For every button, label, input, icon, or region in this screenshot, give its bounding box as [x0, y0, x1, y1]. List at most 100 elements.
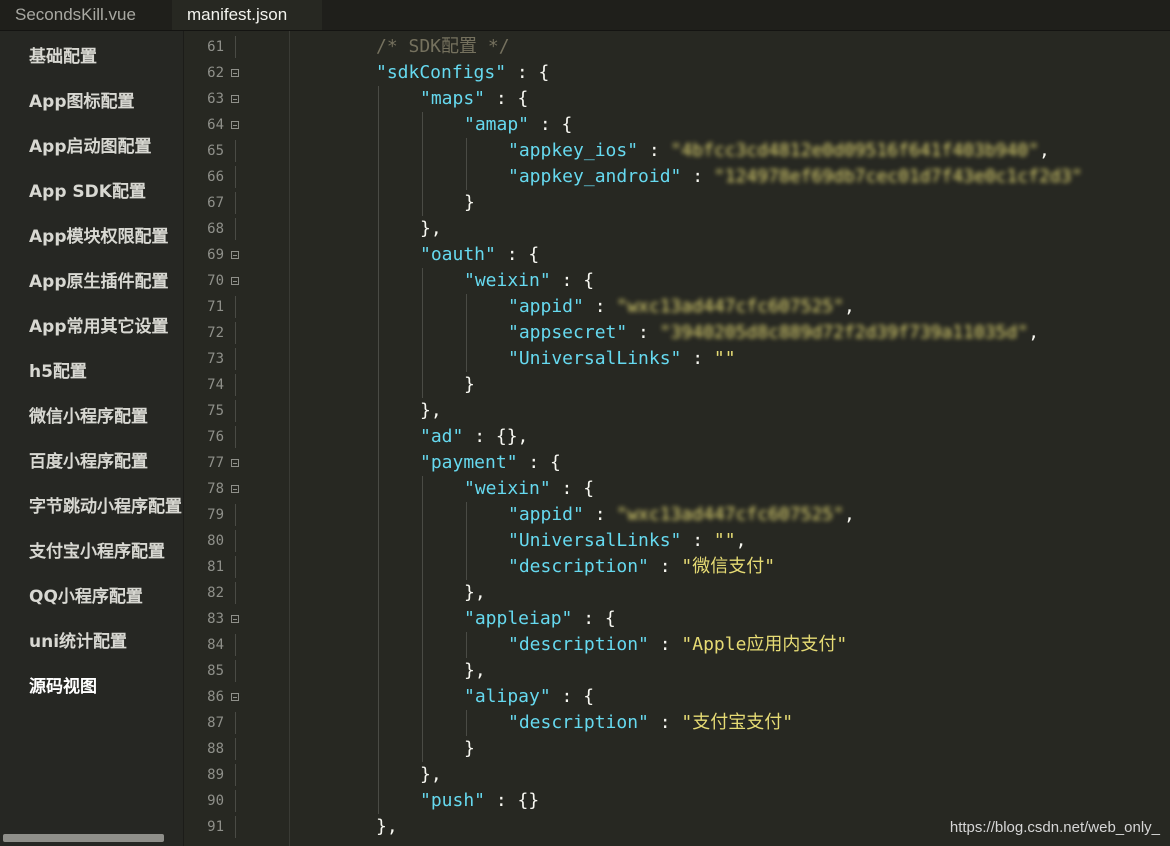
sidebar-item[interactable]: 支付宝小程序配置 — [29, 538, 183, 566]
code-line[interactable]: } — [464, 372, 475, 398]
punctuation: : — [638, 140, 671, 161]
fold-toggle-icon[interactable] — [231, 615, 239, 623]
punctuation: : { — [495, 244, 540, 265]
sidebar-item[interactable]: App图标配置 — [29, 88, 183, 116]
punctuation: : — [583, 296, 617, 317]
json-key: "appkey_android" — [508, 166, 682, 187]
fold-guide — [235, 218, 236, 240]
code-line[interactable]: }, — [420, 762, 442, 788]
sidebar-item[interactable]: uni统计配置 — [29, 628, 183, 656]
code-line[interactable]: "oauth" : { — [420, 242, 539, 268]
code-line[interactable]: "alipay" : { — [464, 684, 594, 710]
line-number: 65 — [207, 143, 224, 159]
code-line[interactable]: "appkey_ios" : "4bfcc3cd4812e0d09516f641… — [508, 138, 1050, 164]
sidebar-item[interactable]: 字节跳动小程序配置 — [29, 493, 183, 521]
fold-toggle-icon[interactable] — [231, 485, 239, 493]
code-line[interactable]: "description" : "微信支付" — [508, 554, 775, 580]
punctuation: : { — [485, 88, 529, 109]
gutter-separator — [289, 31, 290, 846]
sidebar-item[interactable]: 源码视图 — [29, 673, 183, 701]
tab-secondskill-vue[interactable]: SecondsKill.vue — [0, 0, 172, 30]
code-line[interactable]: "amap" : { — [464, 112, 572, 138]
line-number: 73 — [207, 351, 224, 367]
json-key: "oauth" — [420, 244, 496, 265]
fold-toggle-icon[interactable] — [231, 95, 239, 103]
indent-guide — [466, 138, 467, 190]
fold-toggle-icon[interactable] — [231, 277, 239, 285]
horizontal-scrollbar[interactable] — [3, 834, 164, 842]
sidebar-item[interactable]: 百度小程序配置 — [29, 448, 183, 476]
indent-guide — [422, 112, 423, 216]
sidebar-item[interactable]: h5配置 — [29, 358, 183, 386]
line-number: 89 — [207, 767, 224, 783]
redacted-string: "4bfcc3cd4812e0d09516f641f403b940" — [670, 140, 1040, 161]
fold-toggle-icon[interactable] — [231, 459, 239, 467]
code-line[interactable]: "maps" : { — [420, 86, 528, 112]
json-key: "weixin" — [464, 270, 551, 291]
code-line[interactable]: } — [464, 190, 475, 216]
json-string: "" — [713, 530, 736, 551]
fold-guide — [235, 400, 236, 422]
fold-toggle-icon[interactable] — [231, 693, 239, 701]
code-line[interactable]: "description" : "支付宝支付" — [508, 710, 793, 736]
code-line[interactable]: "description" : "Apple应用内支付" — [508, 632, 847, 658]
code-line[interactable]: "appleiap" : { — [464, 606, 616, 632]
code-line[interactable]: "UniversalLinks" : "" — [508, 346, 736, 372]
code-line[interactable]: "sdkConfigs" : { — [376, 60, 549, 86]
fold-guide — [235, 140, 236, 162]
tab-manifest-json[interactable]: manifest.json — [172, 0, 322, 30]
indent-guide — [466, 502, 467, 580]
code-line[interactable]: "appsecret" : "3940205d8c889d72f2d39f739… — [508, 320, 1039, 346]
line-number: 82 — [207, 585, 224, 601]
line-number: 88 — [207, 741, 224, 757]
sidebar-item[interactable]: App SDK配置 — [29, 178, 183, 206]
line-number: 69 — [207, 247, 224, 263]
code-line[interactable]: "appid" : "wxc13ad447cfc607525", — [508, 294, 855, 320]
json-key: "description" — [508, 634, 649, 655]
code-line[interactable]: }, — [420, 216, 442, 242]
code-line[interactable]: }, — [464, 658, 486, 684]
code-line[interactable]: "UniversalLinks" : "", — [508, 528, 746, 554]
sidebar-item[interactable]: 微信小程序配置 — [29, 403, 183, 431]
redacted-string: "wxc13ad447cfc607525" — [616, 296, 844, 317]
code-line[interactable]: } — [464, 736, 475, 762]
code-line[interactable]: "appkey_android" : "124978ef69db7cec01d7… — [508, 164, 1082, 190]
line-number: 83 — [207, 611, 224, 627]
code-line[interactable]: }, — [464, 580, 486, 606]
fold-toggle-icon[interactable] — [231, 121, 239, 129]
sidebar-item[interactable]: App模块权限配置 — [29, 223, 183, 251]
fold-toggle-icon[interactable] — [231, 69, 239, 77]
line-number: 80 — [207, 533, 224, 549]
sidebar-item[interactable]: App启动图配置 — [29, 133, 183, 161]
code-line[interactable]: "payment" : { — [420, 450, 561, 476]
fold-guide — [235, 374, 236, 396]
punctuation: : { — [529, 114, 573, 135]
sidebar-item[interactable]: App原生插件配置 — [29, 268, 183, 296]
punctuation: : — [648, 634, 682, 655]
code-line[interactable]: "appid" : "wxc13ad447cfc607525", — [508, 502, 855, 528]
fold-toggle-icon[interactable] — [231, 251, 239, 259]
fold-guide — [235, 634, 236, 656]
code-line[interactable]: /* SDK配置 */ — [376, 34, 510, 60]
code-line[interactable]: }, — [376, 814, 398, 840]
redacted-string: "wxc13ad447cfc607525" — [616, 504, 844, 525]
sidebar-item[interactable]: 基础配置 — [29, 43, 183, 71]
json-key: "appsecret" — [508, 322, 628, 343]
code-line[interactable]: "ad" : {}, — [420, 424, 528, 450]
punctuation: : { — [572, 608, 616, 629]
line-number: 75 — [207, 403, 224, 419]
sidebar-item[interactable]: QQ小程序配置 — [29, 583, 183, 611]
sidebar-item[interactable]: App常用其它设置 — [29, 313, 183, 341]
code-line[interactable]: "push" : {} — [420, 788, 539, 814]
json-string: "Apple应用内支付" — [681, 634, 848, 655]
line-number: 85 — [207, 663, 224, 679]
json-key: "ad" — [420, 426, 464, 447]
code-line[interactable]: }, — [420, 398, 442, 424]
line-number: 84 — [207, 637, 224, 653]
code-line[interactable]: "weixin" : { — [464, 476, 594, 502]
line-number: 91 — [207, 819, 224, 835]
code-line[interactable]: "weixin" : { — [464, 268, 594, 294]
json-key: "description" — [508, 556, 649, 577]
json-key: "UniversalLinks" — [508, 348, 682, 369]
punctuation: : { — [550, 478, 595, 499]
